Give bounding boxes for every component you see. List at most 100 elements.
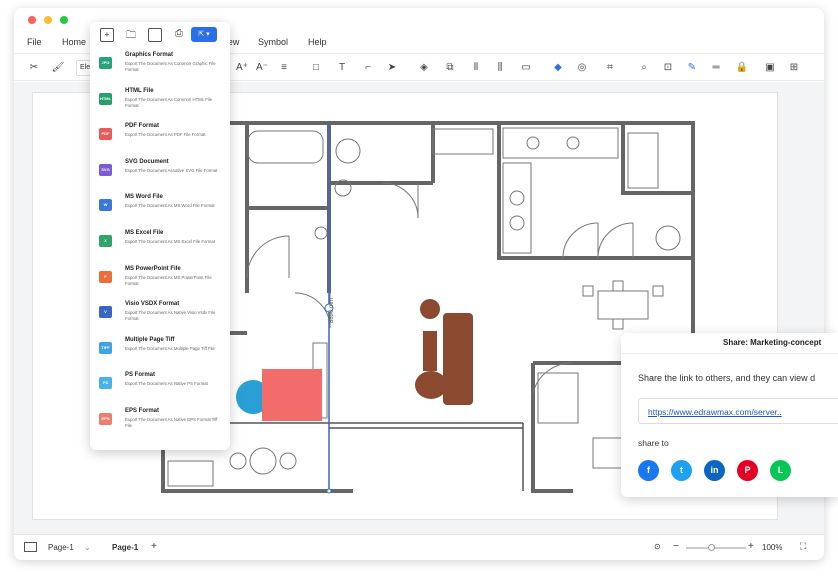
save-icon[interactable] bbox=[148, 28, 162, 42]
distribute-icon[interactable]: ⫼ bbox=[492, 60, 508, 76]
export-item-description: Export The Document As Common HTML File … bbox=[125, 96, 213, 108]
export-item[interactable]: PS PS Format Export The Document As Native… bbox=[90, 369, 230, 404]
cut-icon[interactable]: ✂ bbox=[26, 60, 42, 76]
file-type-icon: JPG bbox=[99, 57, 112, 69]
pen-icon[interactable]: ✎ bbox=[684, 60, 700, 76]
fill-color-icon[interactable]: ◆ bbox=[550, 60, 566, 76]
export-item-title: Multiple Page Tiff bbox=[125, 336, 175, 343]
export-item[interactable]: X MS Excel File Export The Document As MS … bbox=[90, 227, 230, 262]
image-icon[interactable]: ▭ bbox=[518, 60, 534, 76]
export-item[interactable]: HTML HTML File Export The Document As Comm… bbox=[90, 85, 230, 120]
zoom-level[interactable]: 100% bbox=[762, 543, 782, 552]
share-link-field[interactable]: https://www.edrawmax.com/server.. bbox=[638, 398, 838, 424]
file-type-icon: PDF bbox=[99, 128, 112, 141]
file-type-icon: X bbox=[99, 235, 112, 247]
maximize-window-button[interactable] bbox=[60, 16, 68, 24]
file-type-icon: EPS bbox=[99, 413, 112, 425]
export-item[interactable]: JPG Graphics Format Export The Document As… bbox=[90, 49, 230, 84]
facebook-icon[interactable]: f bbox=[638, 460, 659, 481]
menu-help[interactable]: Help bbox=[308, 37, 327, 47]
file-type-icon: SVG bbox=[99, 163, 112, 176]
export-button[interactable]: ⇱ ▾ bbox=[191, 27, 217, 42]
menu-file[interactable]: File bbox=[27, 37, 42, 47]
share-link[interactable]: https://www.edrawmax.com/server.. bbox=[648, 407, 782, 417]
minimize-window-button[interactable] bbox=[44, 16, 52, 24]
file-type-icon: W bbox=[99, 199, 112, 212]
file-type-icon: TIFF bbox=[99, 341, 112, 354]
file-type-icon: V bbox=[99, 306, 112, 319]
share-panel: Share: Marketing-concept Share the link … bbox=[621, 333, 838, 497]
export-item[interactable]: W MS Word File Export The Document As MS W… bbox=[90, 191, 230, 226]
select-icon[interactable]: ➤ bbox=[384, 60, 400, 76]
export-item-description: Export The Document As PDF File Format bbox=[125, 132, 206, 138]
group-icon[interactable]: ⧉ bbox=[442, 60, 458, 76]
line-color-icon[interactable]: ◎ bbox=[574, 60, 590, 76]
export-item-description: Export The Document As Native PS Format bbox=[125, 381, 208, 387]
status-bar: Page-1 ⌄ Page-1 + ⊙ − + 100% ⛶ bbox=[14, 534, 824, 560]
export-item-description: Export The Document As Multiple Page Tif… bbox=[125, 345, 215, 351]
zoom-slider-handle[interactable] bbox=[708, 544, 715, 551]
format-painter-icon[interactable]: 🖌 bbox=[50, 60, 66, 76]
search-icon[interactable]: ⌕ bbox=[636, 60, 652, 76]
export-item[interactable]: V Visio VSDX Format Export The Document As… bbox=[90, 298, 230, 333]
new-icon[interactable]: + bbox=[100, 28, 114, 42]
dimension-label: 8890 mm bbox=[329, 298, 335, 323]
export-item-description: Export The Document As Native EPS Format… bbox=[125, 417, 218, 428]
export-item-title: MS Excel File bbox=[125, 230, 164, 236]
zoom-slider[interactable] bbox=[686, 547, 746, 549]
crop-icon[interactable]: ⌗ bbox=[602, 60, 618, 76]
menu-home[interactable]: Home bbox=[62, 37, 86, 47]
export-item-title: PDF Format bbox=[125, 123, 160, 130]
rectangle-icon[interactable]: □ bbox=[308, 60, 324, 76]
export-menu-toolbar: + 🗀 ⎙ ⇱ ▾ bbox=[90, 22, 230, 48]
page-tab[interactable]: Page-1 bbox=[112, 543, 138, 552]
share-title: Share: Marketing-concept bbox=[723, 338, 822, 347]
align-icon[interactable]: ≡ bbox=[276, 60, 292, 76]
find-replace-icon[interactable]: ⊡ bbox=[660, 60, 676, 76]
file-type-icon: P bbox=[99, 270, 112, 283]
lock-icon[interactable]: 🔒 bbox=[734, 60, 750, 76]
page-panel-icon[interactable] bbox=[24, 542, 37, 552]
export-item[interactable]: P MS PowerPoint File Export The Document A… bbox=[90, 263, 230, 298]
export-item-description: Export The Document As MS PowerPoint Fil… bbox=[125, 274, 212, 286]
frame-icon[interactable]: ▣ bbox=[762, 60, 778, 76]
export-item-title: MS PowerPoint File bbox=[125, 265, 181, 272]
export-item[interactable]: TIFF Multiple Page Tiff Export The Documen… bbox=[90, 334, 230, 369]
menu-symbol[interactable]: Symbol bbox=[258, 37, 288, 47]
share-divider bbox=[621, 353, 838, 354]
increase-font-icon[interactable]: A⁺ bbox=[234, 60, 250, 76]
export-item-title: Visio VSDX Format bbox=[125, 301, 180, 308]
add-page-button[interactable]: + bbox=[151, 541, 157, 552]
connector-icon[interactable]: ⌐ bbox=[360, 60, 376, 76]
export-item-description: Export The Document As Common Graphic Fi… bbox=[125, 61, 216, 72]
linkedin-icon[interactable]: in bbox=[704, 460, 725, 481]
decrease-font-icon[interactable]: A⁻ bbox=[254, 60, 270, 76]
export-menu: + 🗀 ⎙ ⇱ ▾ JPG Graphics Format Export The D… bbox=[90, 22, 230, 450]
text-icon[interactable]: T bbox=[334, 60, 350, 76]
export-item-title: EPS Format bbox=[125, 408, 160, 414]
page-select-chevron-icon[interactable]: ⌄ bbox=[84, 543, 91, 552]
export-item-title: HTML File bbox=[125, 87, 154, 94]
print-icon[interactable]: ⎙ bbox=[172, 28, 186, 42]
line-style-icon[interactable]: ═ bbox=[708, 60, 724, 76]
twitter-icon[interactable]: t bbox=[671, 460, 692, 481]
export-item[interactable]: PDF PDF Format Export The Document As PDF … bbox=[90, 120, 230, 155]
export-item[interactable]: EPS EPS Format Export The Document As Nati… bbox=[90, 405, 230, 440]
layers-icon[interactable]: ◈ bbox=[416, 60, 432, 76]
export-item-title: SVG Document bbox=[125, 158, 169, 165]
export-item-title: MS Word File bbox=[125, 194, 163, 201]
open-folder-icon[interactable]: 🗀 bbox=[124, 28, 138, 42]
play-icon[interactable]: ⊙ bbox=[654, 542, 661, 551]
line-icon[interactable]: L bbox=[770, 460, 791, 481]
pinterest-icon[interactable]: P bbox=[737, 460, 758, 481]
export-item[interactable]: SVG SVG Document Export The Document Asnat… bbox=[90, 156, 230, 191]
fullscreen-icon[interactable]: ⛶ bbox=[800, 541, 806, 552]
align-left-icon[interactable]: ⫴ bbox=[468, 60, 484, 76]
zoom-in-button[interactable]: + bbox=[748, 541, 754, 552]
export-item-description: Export The Document As Native Visio Vsdx… bbox=[125, 310, 216, 322]
more-icon[interactable]: ⊞ bbox=[786, 60, 802, 76]
zoom-out-button[interactable]: − bbox=[673, 541, 679, 552]
close-window-button[interactable] bbox=[28, 16, 36, 24]
export-item-description: Export The Document As MS Excel File For… bbox=[125, 239, 215, 244]
page-select[interactable]: Page-1 bbox=[48, 543, 74, 552]
